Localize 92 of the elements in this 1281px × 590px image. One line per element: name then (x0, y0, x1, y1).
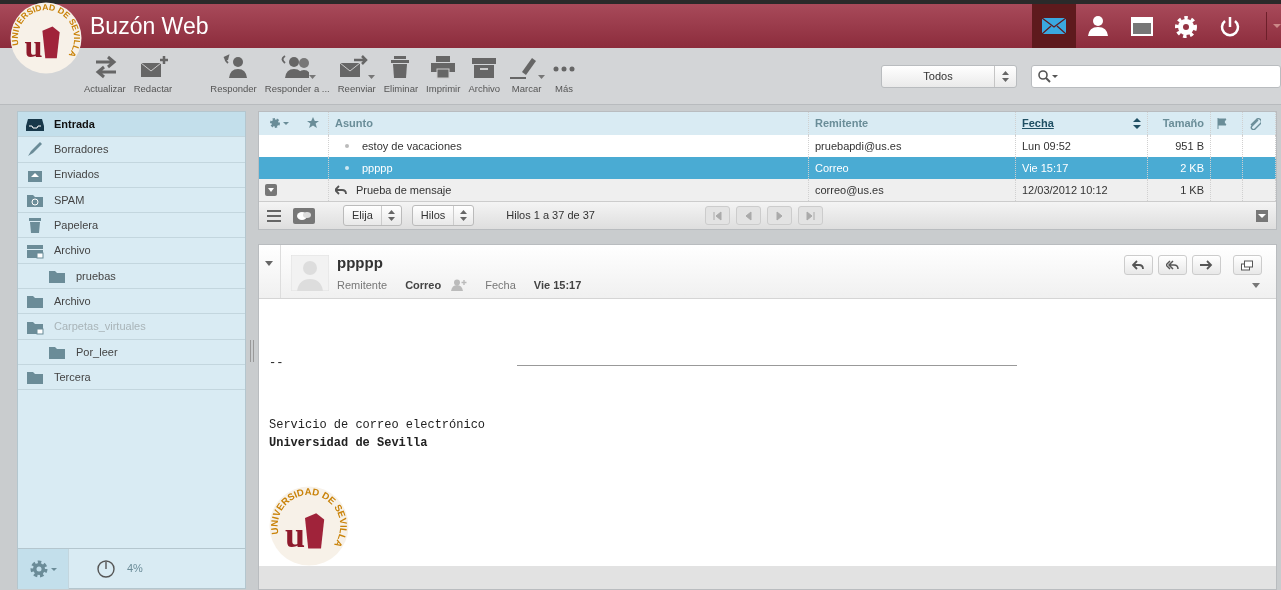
message-date: Vie 15:17 (533, 277, 582, 293)
reply-all-button[interactable] (1158, 255, 1187, 275)
quota-gauge-icon (97, 559, 115, 578)
person-icon (1085, 14, 1111, 38)
caret-icon (538, 74, 546, 80)
signature-text: Servicio de correo electrónico (269, 416, 487, 434)
size-text: 2 KB (1180, 160, 1204, 176)
settings-menu-button[interactable] (18, 548, 68, 589)
compose-button[interactable]: Redactar (129, 47, 177, 105)
forward-icon (1200, 259, 1213, 271)
filter-select[interactable]: Todos (881, 64, 1017, 88)
sort-icon[interactable] (1133, 117, 1141, 129)
search-icon[interactable] (1038, 69, 1058, 83)
message-title: ppppp (337, 253, 384, 273)
print-button[interactable]: Imprimir (422, 47, 465, 105)
updown-icon (1002, 70, 1009, 82)
app-title: Buzón Web (90, 12, 209, 41)
refresh-button[interactable]: Actualizar (80, 47, 130, 105)
folder-item[interactable]: Entrada (18, 112, 245, 138)
chat-bubbles-icon (297, 210, 311, 221)
date-label: Fecha (485, 277, 516, 293)
sender-text: Correo (815, 160, 849, 176)
sender-text: correo@us.es (815, 183, 884, 198)
star-icon[interactable] (307, 117, 320, 130)
updown-icon (460, 210, 468, 222)
more-caret-icon[interactable] (1252, 283, 1260, 289)
collapse-icon[interactable] (1256, 209, 1268, 222)
date-text: 12/03/2012 10:12 (1022, 183, 1108, 198)
caret-icon (368, 74, 376, 80)
more-icon (553, 65, 576, 72)
sender-text: pruebapdi@us.es (815, 138, 902, 154)
reply-button[interactable] (1124, 255, 1153, 275)
date-text: Lun 09:52 (1022, 138, 1071, 154)
select-menu[interactable]: Elija (343, 205, 402, 227)
reply-all-icon (1166, 259, 1179, 271)
settings-icon (1173, 14, 1199, 38)
gear-icon (29, 558, 57, 579)
folder-item[interactable]: pruebas (18, 263, 245, 290)
paperclip-icon[interactable] (1249, 116, 1261, 130)
forward-button[interactable] (1192, 255, 1221, 275)
caret-icon[interactable] (1273, 23, 1281, 29)
folder-item[interactable]: SPAM (18, 187, 245, 214)
folder-item[interactable]: Enviados (18, 162, 245, 188)
caret-icon (308, 74, 316, 80)
folder-item[interactable]: Borradores (18, 137, 245, 163)
signature-text: Universidad de Sevilla (269, 434, 429, 452)
new-mail-icon (138, 53, 168, 80)
search-field[interactable] (1031, 64, 1281, 88)
pencil-icon (26, 140, 44, 159)
sender-label: Remitente (337, 277, 388, 293)
column-settings-icon[interactable] (268, 117, 289, 130)
updown-icon (387, 210, 395, 222)
collapse-caret-icon[interactable] (265, 261, 273, 268)
threads-menu[interactable]: Hilos (411, 205, 475, 227)
reply-icon (1132, 259, 1145, 271)
message-count: Hilos 1 a 37 de 37 (506, 208, 595, 224)
avatar-icon (291, 255, 329, 291)
folder-item[interactable]: Archivo (18, 289, 245, 315)
message-subject[interactable]: estoy de vacaciones (362, 137, 462, 155)
calendar-icon (1129, 14, 1155, 38)
size-text: 951 B (1175, 138, 1204, 154)
folder-item[interactable]: Papelera (18, 213, 245, 239)
list-view-icon[interactable] (267, 209, 281, 222)
thread-view-button[interactable] (293, 207, 315, 224)
open-window-button[interactable] (1233, 255, 1262, 275)
splitter-handle-icon[interactable] (250, 339, 254, 362)
open-window-icon (1241, 259, 1254, 271)
reply-button[interactable]: Responder (206, 47, 261, 105)
quota-percent: 4% (127, 561, 143, 577)
mail-tab[interactable] (1032, 4, 1076, 48)
signature-separator: -- (269, 354, 285, 372)
folder-item[interactable]: Archivo (18, 238, 245, 264)
expand-thread-icon[interactable] (265, 184, 277, 197)
trash-icon (26, 216, 44, 235)
size-text: 1 KB (1180, 183, 1204, 198)
next-page-icon (774, 210, 784, 221)
column-header[interactable]: Fecha (1022, 115, 1054, 132)
date-text: Vie 15:17 (1022, 160, 1069, 176)
archive-button[interactable]: Archivo (464, 47, 505, 105)
more-button[interactable]: Más (549, 47, 580, 105)
sender-name[interactable]: Correo (405, 276, 442, 293)
mark-button[interactable]: Marcar (504, 47, 550, 105)
forward-button[interactable]: Reenviar (333, 47, 380, 105)
delete-button[interactable]: Eliminar (379, 47, 423, 105)
replyall-button[interactable]: Responder a ... (260, 47, 334, 105)
previous-page-icon (743, 210, 753, 221)
last-page-icon (805, 210, 815, 221)
first-page-icon (712, 210, 722, 221)
flag-icon[interactable] (1217, 117, 1227, 129)
forward-mail-icon (338, 53, 369, 80)
folder-item[interactable]: Tercera (18, 364, 245, 391)
message-subject[interactable]: Prueba de mensaje (356, 182, 452, 199)
